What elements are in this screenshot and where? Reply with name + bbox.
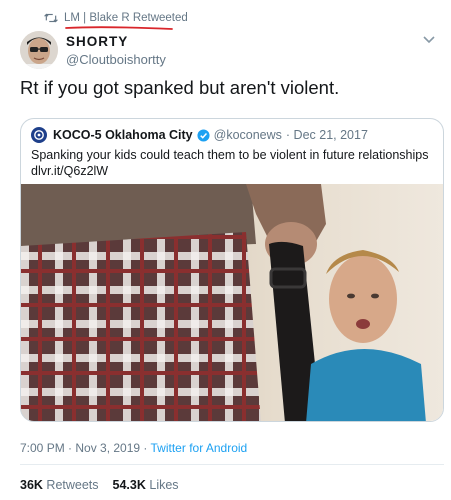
- likes-stat[interactable]: 54.3K Likes: [113, 478, 179, 492]
- avatar-image: [20, 31, 58, 69]
- quoted-header: KOCO-5 Oklahoma City @koconews · Dec 21,…: [31, 127, 368, 143]
- likes-count: 54.3K: [112, 478, 146, 492]
- red-underline-annotation: [65, 26, 173, 30]
- retweet-icon: [44, 13, 58, 23]
- tweet-time[interactable]: 7:00 PM · Nov 3, 2019 ·: [20, 441, 151, 455]
- retweets-label: Retweets: [46, 478, 99, 492]
- retweets-stat[interactable]: 36K Retweets: [20, 478, 99, 492]
- tweet-text: Rt if you got spanked but aren't violent…: [20, 77, 340, 98]
- avatar[interactable]: [20, 31, 58, 69]
- engagement-stats: 36K Retweets 54.3K Likes: [20, 478, 179, 492]
- koco-logo-icon: [31, 127, 47, 143]
- author-display-name[interactable]: SHORTY: [66, 34, 128, 49]
- retweet-context[interactable]: LM | Blake R Retweeted: [44, 10, 188, 26]
- quoted-body: Spanking your kids could teach them to b…: [31, 147, 431, 179]
- tweet-source[interactable]: Twitter for Android: [151, 441, 248, 455]
- likes-label: Likes: [149, 478, 179, 492]
- quoted-author-name: KOCO-5 Oklahoma City: [53, 128, 193, 142]
- quoted-link[interactable]: dlvr.it/Q6z2lW: [31, 163, 431, 179]
- retweets-count: 36K: [20, 478, 43, 492]
- divider: [20, 464, 444, 465]
- quoted-text: Spanking your kids could teach them to b…: [31, 148, 429, 162]
- retweet-label: LM | Blake R Retweeted: [64, 12, 188, 24]
- tweet-timestamp: 7:00 PM · Nov 3, 2019 · Twitter for Andr…: [20, 441, 247, 455]
- quoted-author-handle: @koconews: [213, 128, 282, 142]
- verified-badge-icon: [197, 128, 210, 142]
- quoted-tweet-card[interactable]: KOCO-5 Oklahoma City @koconews · Dec 21,…: [20, 118, 444, 422]
- chevron-down-icon[interactable]: [423, 36, 435, 44]
- quoted-date: · Dec 21, 2017: [285, 128, 368, 142]
- quoted-media-image[interactable]: [21, 184, 444, 422]
- author-handle[interactable]: @Cloutboishortty: [66, 52, 166, 67]
